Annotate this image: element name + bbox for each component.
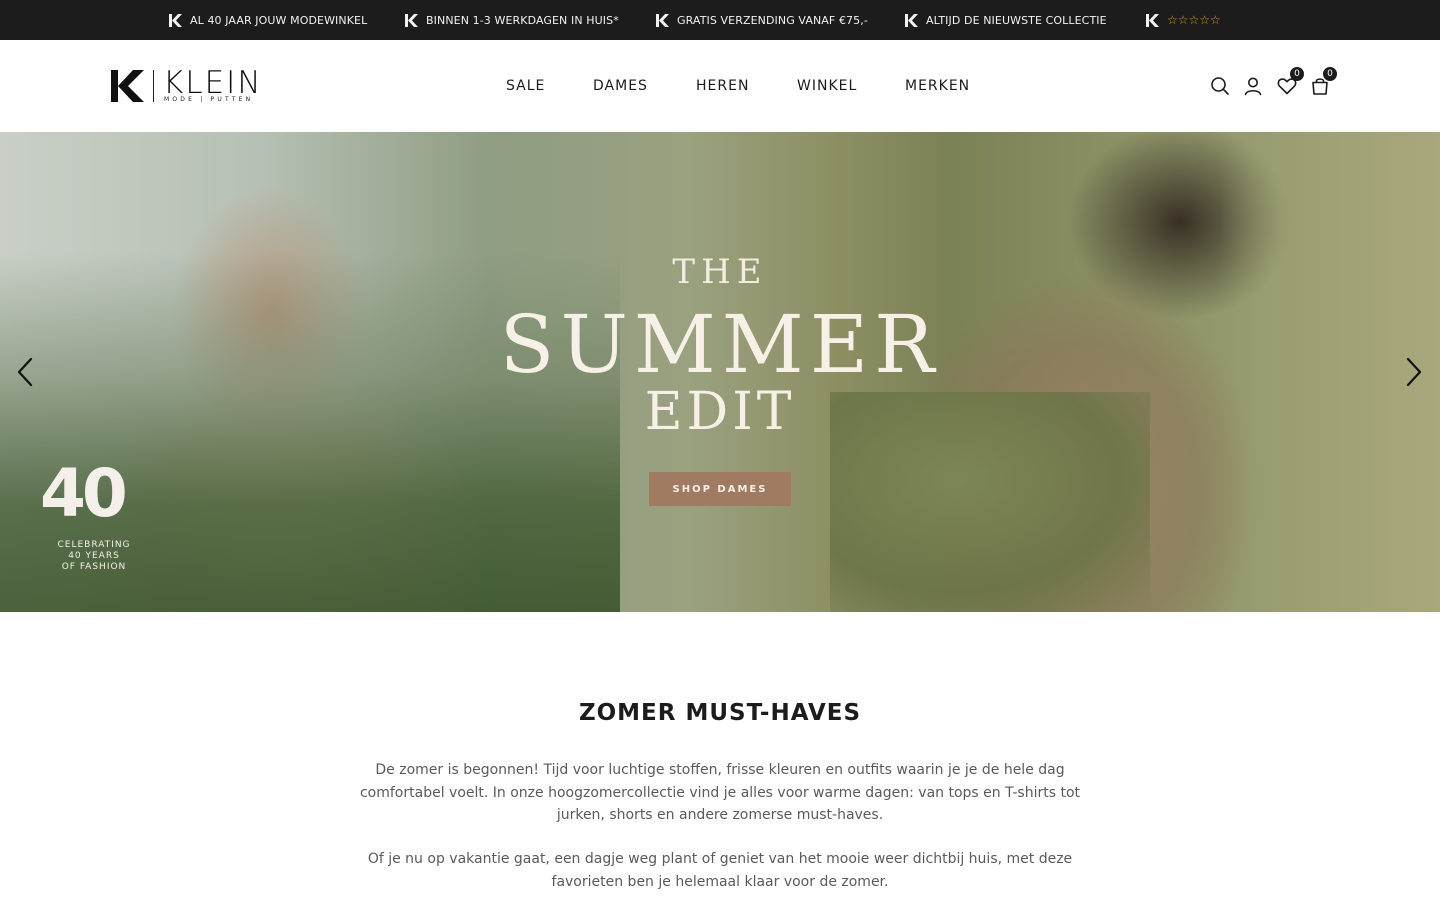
wishlist-button[interactable]: 0 bbox=[1276, 67, 1304, 97]
chevron-right-icon bbox=[1406, 357, 1422, 387]
nav-item-winkel[interactable]: WINKEL bbox=[797, 40, 857, 132]
wishlist-count-badge: 0 bbox=[1290, 67, 1304, 81]
intro-paragraph: De zomer is begonnen! Tijd voor luchtige… bbox=[359, 762, 1081, 823]
k-logo-icon bbox=[111, 70, 144, 102]
rating-stars: ☆☆☆☆☆ bbox=[1167, 13, 1221, 27]
k-logo-icon bbox=[656, 13, 669, 27]
hero-headline-line2: SUMMER bbox=[499, 298, 941, 391]
k-logo-icon bbox=[905, 13, 918, 27]
section-title: ZOMER MUST-HAVES bbox=[578, 700, 862, 726]
k-logo-icon bbox=[169, 13, 182, 27]
chevron-left-icon bbox=[17, 357, 33, 387]
logo-divider bbox=[153, 70, 154, 102]
logo-tagline: MODE | PUTTEN bbox=[164, 96, 254, 103]
hero-banner[interactable]: THE SUMMER EDIT SHOP DAMES 40 CELEBRATIN… bbox=[0, 132, 1440, 612]
usp-text: BINNEN 1-3 WERKDAGEN IN HUIS* bbox=[426, 13, 619, 27]
usp-item: GRATIS VERZENDING VANAF €75,- bbox=[656, 0, 868, 40]
account-button[interactable] bbox=[1242, 75, 1264, 97]
intro-paragraph: Of je nu op vakantie gaat, een dagje weg… bbox=[367, 851, 1073, 890]
cart-count-badge: 0 bbox=[1323, 67, 1337, 81]
nav-item-dames[interactable]: DAMES bbox=[593, 40, 648, 132]
usp-item: ALTIJD DE NIEUWSTE COLLECTIE bbox=[905, 0, 1107, 40]
nav-item-sale[interactable]: SALE bbox=[506, 40, 545, 132]
usp-item: AL 40 JAAR JOUW MODEWINKEL bbox=[169, 0, 367, 40]
logo-wordmark[interactable]: KLEIN bbox=[163, 66, 263, 100]
search-button[interactable] bbox=[1209, 75, 1231, 97]
shop-dames-button[interactable]: SHOP DAMES bbox=[649, 472, 791, 506]
carousel-prev-button[interactable] bbox=[15, 356, 35, 388]
anniversary-caption-line: CELEBRATING bbox=[57, 540, 131, 550]
k-logo-icon bbox=[1146, 13, 1159, 27]
hero-headline-line1: THE bbox=[672, 252, 768, 292]
announcement-bar: AL 40 JAAR JOUW MODEWINKEL BINNEN 1-3 WE… bbox=[0, 0, 1440, 40]
usp-text: ALTIJD DE NIEUWSTE COLLECTIE bbox=[926, 13, 1107, 27]
usp-text: GRATIS VERZENDING VANAF €75,- bbox=[677, 13, 868, 27]
site-header: KLEIN MODE | PUTTEN SALE DAMES HEREN WIN… bbox=[0, 40, 1440, 132]
search-icon bbox=[1211, 77, 1229, 95]
anniversary-caption: CELEBRATING 40 YEARS OF FASHION bbox=[38, 540, 150, 573]
k-logo-icon bbox=[405, 13, 418, 27]
rating-item[interactable]: ☆☆☆☆☆ bbox=[1146, 0, 1221, 40]
anniversary-caption-line: OF FASHION bbox=[61, 562, 127, 572]
anniversary-badge: 40 CELEBRATING 40 YEARS OF FASHION bbox=[38, 455, 150, 575]
hero-headline-line3: EDIT bbox=[644, 382, 796, 442]
usp-item: BINNEN 1-3 WERKDAGEN IN HUIS* bbox=[405, 0, 619, 40]
anniversary-caption-line: 40 YEARS bbox=[68, 551, 120, 561]
usp-text: AL 40 JAAR JOUW MODEWINKEL bbox=[190, 13, 368, 27]
account-icon bbox=[1244, 77, 1262, 96]
nav-item-merken[interactable]: MERKEN bbox=[905, 40, 970, 132]
carousel-next-button[interactable] bbox=[1404, 356, 1424, 388]
nav-item-heren[interactable]: HEREN bbox=[696, 40, 749, 132]
cart-button[interactable]: 0 bbox=[1309, 67, 1337, 97]
anniversary-number: 40 bbox=[40, 455, 128, 532]
